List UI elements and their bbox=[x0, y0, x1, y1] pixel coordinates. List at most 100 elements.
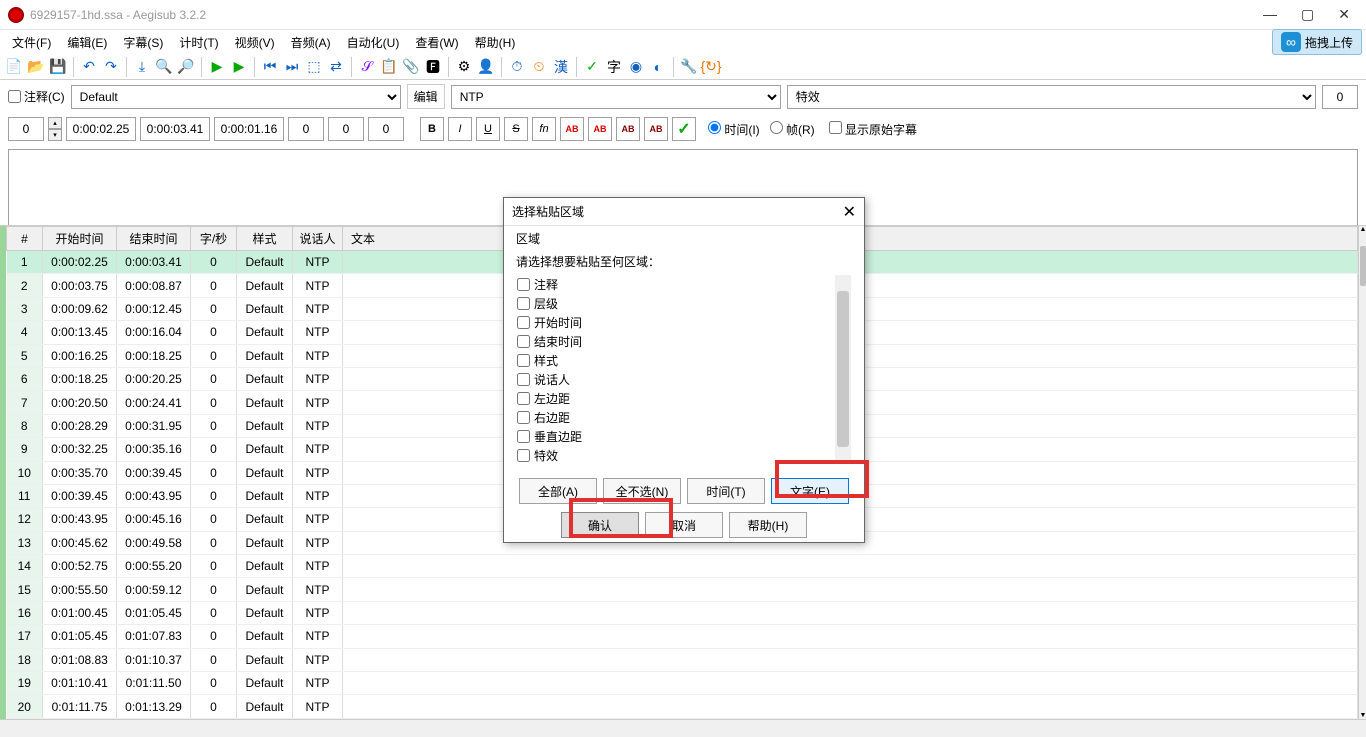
undo-icon[interactable]: ↶ bbox=[79, 57, 99, 77]
color2-button[interactable]: AB bbox=[594, 124, 607, 134]
checklist-item[interactable]: 结束时间 bbox=[517, 332, 851, 351]
start-time-input[interactable] bbox=[66, 117, 136, 141]
zoom-out-icon[interactable]: 🔎 bbox=[176, 57, 196, 77]
menu-timing[interactable]: 计时(T) bbox=[171, 31, 226, 54]
dialog-close-button[interactable]: ✕ bbox=[843, 202, 856, 222]
comment-checkbox[interactable]: 注释(C) bbox=[8, 88, 65, 105]
checklist-item[interactable]: 特效 bbox=[517, 446, 851, 464]
translate-icon[interactable]: 字 bbox=[604, 57, 624, 77]
menu-view[interactable]: 查看(W) bbox=[407, 31, 466, 54]
grid-scrollbar[interactable]: ▼ bbox=[1358, 226, 1366, 719]
effect-select[interactable]: 特效 bbox=[787, 85, 1316, 109]
menu-subs[interactable]: 字幕(S) bbox=[115, 31, 171, 54]
jump-video-end-icon[interactable]: ▶ bbox=[229, 57, 249, 77]
grid-header[interactable]: 说话人 bbox=[293, 227, 343, 251]
checklist-item[interactable]: 右边距 bbox=[517, 408, 851, 427]
table-row[interactable]: 180:01:08.830:01:10.370DefaultNTP bbox=[7, 648, 1358, 671]
shift-icon[interactable]: ⏱ bbox=[507, 57, 527, 77]
table-row[interactable]: 190:01:10.410:01:11.500DefaultNTP bbox=[7, 672, 1358, 695]
text-button[interactable]: 文字(E) bbox=[771, 478, 849, 504]
font-button[interactable]: fn bbox=[532, 117, 556, 141]
menu-video[interactable]: 视频(V) bbox=[227, 31, 283, 54]
checklist-item[interactable]: 垂直边距 bbox=[517, 427, 851, 446]
checklist-item[interactable]: 说话人 bbox=[517, 370, 851, 389]
italic-button[interactable]: I bbox=[448, 117, 472, 141]
end-time-input[interactable] bbox=[140, 117, 210, 141]
checklist-scrollbar[interactable] bbox=[835, 275, 851, 463]
duration-input[interactable] bbox=[214, 117, 284, 141]
table-row[interactable]: 160:01:00.450:01:05.450DefaultNTP bbox=[7, 601, 1358, 624]
style-select[interactable]: Default bbox=[71, 85, 401, 109]
open-icon[interactable]: 📂 bbox=[26, 57, 46, 77]
commit-button[interactable]: ✓ bbox=[672, 117, 696, 141]
checklist-item[interactable]: 注释 bbox=[517, 275, 851, 294]
attachments-icon[interactable]: 📎 bbox=[401, 57, 421, 77]
table-row[interactable]: 170:01:05.450:01:07.830DefaultNTP bbox=[7, 625, 1358, 648]
properties-icon[interactable]: 📋 bbox=[379, 57, 399, 77]
menu-audio[interactable]: 音频(A) bbox=[283, 31, 339, 54]
zoom-in-icon[interactable]: 🔍 bbox=[154, 57, 174, 77]
strike-button[interactable]: S bbox=[504, 117, 528, 141]
menu-auto[interactable]: 自动化(U) bbox=[339, 31, 408, 54]
timing-post-icon[interactable]: ⏲ bbox=[529, 57, 549, 77]
time-button[interactable]: 时间(T) bbox=[687, 478, 765, 504]
table-row[interactable]: 140:00:52.750:00:55.200DefaultNTP bbox=[7, 555, 1358, 578]
grid-header[interactable]: 样式 bbox=[237, 227, 293, 251]
auto-icon[interactable]: ⚙ bbox=[454, 57, 474, 77]
minimize-button[interactable]: — bbox=[1263, 6, 1277, 23]
frame-radio[interactable]: 帧(R) bbox=[770, 121, 815, 138]
redo-icon[interactable]: ↷ bbox=[101, 57, 121, 77]
checklist-item[interactable]: 开始时间 bbox=[517, 313, 851, 332]
checklist-item[interactable]: 左边距 bbox=[517, 389, 851, 408]
timing-icon[interactable]: ◐ bbox=[648, 57, 668, 77]
checklist-item[interactable]: 样式 bbox=[517, 351, 851, 370]
cycle-icon[interactable]: {↻} bbox=[701, 57, 721, 77]
close-button[interactable]: ✕ bbox=[1338, 6, 1350, 23]
resample-icon[interactable]: ◉ bbox=[626, 57, 646, 77]
time-radio[interactable]: 时间(I) bbox=[708, 121, 760, 138]
color3-button[interactable]: AB bbox=[622, 124, 635, 134]
help-button[interactable]: 帮助(H) bbox=[729, 512, 807, 538]
assistant-icon[interactable]: 👤 bbox=[476, 57, 496, 77]
none-button[interactable]: 全不选(N) bbox=[603, 478, 681, 504]
show-orig-checkbox[interactable]: 显示原始字幕 bbox=[829, 121, 917, 138]
grid-header[interactable]: # bbox=[7, 227, 43, 251]
bold-button[interactable]: B bbox=[420, 117, 444, 141]
kanji-timer-icon[interactable]: 漢 bbox=[551, 57, 571, 77]
color1-button[interactable]: AB bbox=[566, 124, 579, 134]
layer-spinner[interactable]: ▴▾ bbox=[48, 117, 62, 141]
snap-start-icon[interactable]: ⏮ bbox=[260, 57, 280, 77]
table-row[interactable]: 200:01:11.750:01:13.290DefaultNTP bbox=[7, 695, 1358, 719]
ok-button[interactable]: 确认 bbox=[561, 512, 639, 538]
color4-button[interactable]: AB bbox=[650, 124, 663, 134]
margin-vert-input[interactable] bbox=[368, 117, 404, 141]
underline-button[interactable]: U bbox=[476, 117, 500, 141]
grid-header[interactable]: 结束时间 bbox=[117, 227, 191, 251]
shift-times-icon[interactable]: ⇄ bbox=[326, 57, 346, 77]
menu-file[interactable]: 文件(F) bbox=[4, 31, 59, 54]
upload-button[interactable]: ∞ 拖拽上传 bbox=[1272, 29, 1362, 55]
maximize-button[interactable]: ▢ bbox=[1301, 6, 1314, 23]
actor-select[interactable]: NTP bbox=[451, 85, 781, 109]
menu-help[interactable]: 帮助(H) bbox=[467, 31, 524, 54]
select-video-icon[interactable]: ⬚ bbox=[304, 57, 324, 77]
checklist-item[interactable]: 层级 bbox=[517, 294, 851, 313]
options-icon[interactable]: 🔧 bbox=[679, 57, 699, 77]
margin-right-input[interactable] bbox=[328, 117, 364, 141]
jump-video-start-icon[interactable]: ▶ bbox=[207, 57, 227, 77]
save-icon[interactable]: 💾 bbox=[48, 57, 68, 77]
jump-to-icon[interactable]: ⤓ bbox=[132, 57, 152, 77]
dialog-titlebar[interactable]: 选择粘贴区域 ✕ bbox=[504, 198, 864, 226]
snap-end-icon[interactable]: ⏭ bbox=[282, 57, 302, 77]
grid-header[interactable]: 字/秒 bbox=[191, 227, 237, 251]
fonts-icon[interactable]: 🅵 bbox=[423, 57, 443, 77]
table-row[interactable]: 150:00:55.500:00:59.120DefaultNTP bbox=[7, 578, 1358, 601]
margin-left-input[interactable] bbox=[288, 117, 324, 141]
all-button[interactable]: 全部(A) bbox=[519, 478, 597, 504]
comment-checkbox-input[interactable] bbox=[8, 90, 21, 103]
menu-edit[interactable]: 编辑(E) bbox=[59, 31, 115, 54]
grid-header[interactable]: 开始时间 bbox=[43, 227, 117, 251]
spellcheck-icon[interactable]: ✓ bbox=[582, 57, 602, 77]
layer-input[interactable] bbox=[8, 117, 44, 141]
new-icon[interactable]: 📄 bbox=[4, 57, 24, 77]
